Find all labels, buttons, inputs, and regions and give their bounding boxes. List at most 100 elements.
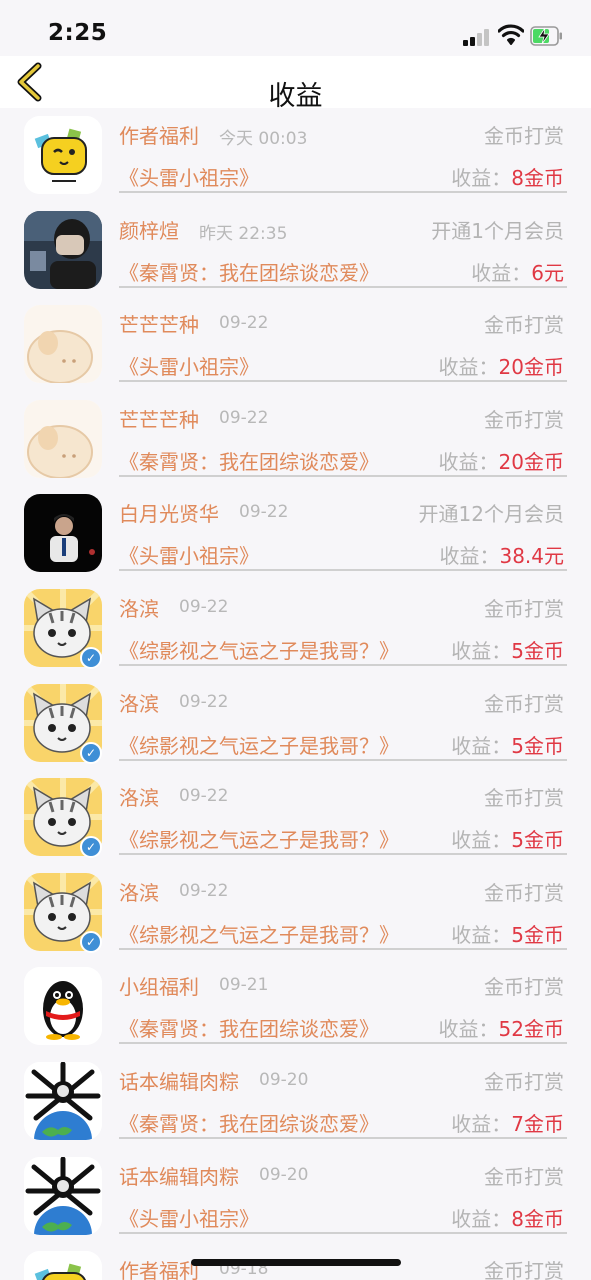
earning-type: 金币打赏 (484, 691, 564, 716)
earning-time: 09-22 (219, 313, 269, 334)
book-title: 《头雷小祖宗》 (119, 355, 259, 380)
row-divider (119, 191, 567, 193)
earning-row[interactable]: 芒芒芒种 09-22 金币打赏 《头雷小祖宗》 收益：20金币 (0, 297, 591, 391)
earning-label: 收益： (439, 544, 500, 569)
user-name[interactable]: 作者福利 (119, 1255, 199, 1280)
earning-label: 收益： (471, 260, 532, 285)
user-avatar[interactable] (24, 399, 102, 478)
user-name[interactable]: 颜梓煊 (119, 215, 179, 244)
earning-value: 20金币 (498, 449, 564, 474)
row-divider (119, 947, 567, 950)
verified-badge-icon: ✓ (80, 647, 102, 669)
earning-row[interactable]: 作者福利 今天 00:03 金币打赏 《头雷小祖宗》 收益：8金币 (0, 108, 591, 202)
earning-type: 开通1个月会员 (431, 218, 564, 243)
earning-value: 5金币 (511, 733, 564, 758)
user-name[interactable]: 芒芒芒种 (119, 404, 199, 433)
earning-label: 收益： (451, 733, 512, 758)
navigation-bar: 收益 (0, 56, 591, 112)
earning-type: 金币打赏 (484, 1070, 564, 1094)
user-name[interactable]: 洛滨 (119, 877, 159, 906)
verified-badge-icon: ✓ (80, 836, 102, 859)
earning-type: 金币打赏 (484, 786, 564, 811)
battery-charging-icon (530, 26, 562, 46)
user-avatar[interactable] (24, 494, 102, 573)
user-name[interactable]: 洛滨 (119, 688, 159, 717)
earning-row[interactable]: ✓ 洛滨 09-22 金币打赏 《综影视之气运之子是我哥？》 收益：5金币 (0, 865, 591, 959)
user-name[interactable]: 话本编辑肉粽 (119, 1161, 239, 1190)
earning-amount: 收益：38.4元 (439, 540, 564, 569)
earning-time: 09-20 (259, 1070, 309, 1090)
earning-row[interactable]: 话本编辑肉粽 09-20 金币打赏 《头雷小祖宗》 收益：8金币 (0, 1149, 591, 1243)
earning-time: 09-22 (179, 691, 229, 712)
earning-value: 8金币 (511, 166, 564, 190)
earning-time: 今天 00:03 (219, 129, 308, 149)
user-avatar[interactable] (24, 116, 102, 194)
user-avatar[interactable] (24, 1062, 102, 1140)
book-title: 《头雷小祖宗》 (119, 166, 259, 190)
book-title: 《头雷小祖宗》 (119, 1206, 259, 1231)
book-title: 《综影视之气运之子是我哥？》 (119, 828, 399, 853)
earning-row[interactable]: ✓ 洛滨 09-22 金币打赏 《综影视之气运之子是我哥？》 收益：5金币 (0, 676, 591, 770)
user-avatar[interactable] (24, 1251, 102, 1280)
earning-type: 金币打赏 (484, 1259, 564, 1280)
book-title: 《秦霄贤：我在团综谈恋爱》 (119, 449, 379, 474)
earning-label: 收益： (451, 639, 512, 663)
earning-value: 8金币 (511, 1206, 564, 1231)
user-name[interactable]: 白月光贤华 (119, 498, 219, 527)
user-avatar[interactable] (24, 967, 102, 1046)
earning-label: 收益： (451, 1206, 512, 1231)
earning-type: 金币打赏 (484, 1164, 564, 1189)
earning-value: 5金币 (511, 639, 564, 663)
earning-time: 09-22 (179, 786, 229, 807)
book-title: 《头雷小祖宗》 (119, 544, 259, 569)
user-avatar[interactable] (24, 305, 102, 384)
row-divider (119, 285, 567, 288)
earning-amount: 收益：5金币 (451, 635, 564, 664)
row-divider (119, 1137, 567, 1139)
earning-amount: 收益：20金币 (439, 446, 564, 475)
earning-label: 收益： (438, 1017, 499, 1042)
user-name[interactable]: 洛滨 (119, 782, 159, 811)
user-name[interactable]: 芒芒芒种 (119, 309, 199, 338)
row-divider (119, 569, 567, 572)
earning-time: 昨天 22:35 (199, 223, 288, 244)
cellular-signal-icon (463, 28, 491, 46)
user-name[interactable]: 作者福利 (119, 120, 199, 149)
row-divider (119, 380, 567, 383)
earning-row[interactable]: 小组福利 09-21 金币打赏 《秦霄贤：我在团综谈恋爱》 收益：52金币 (0, 959, 591, 1053)
earning-amount: 收益：8金币 (451, 1203, 564, 1232)
earning-amount: 收益：5金币 (451, 919, 564, 948)
earning-type: 金币打赏 (484, 597, 564, 621)
earning-row[interactable]: 白月光贤华 09-22 开通12个月会员 《头雷小祖宗》 收益：38.4元 (0, 486, 591, 580)
book-title: 《秦霄贤：我在团综谈恋爱》 (119, 260, 379, 285)
earning-row[interactable]: ✓ 洛滨 09-22 金币打赏 《综影视之气运之子是我哥？》 收益：5金币 (0, 581, 591, 675)
wifi-icon (498, 24, 524, 45)
user-name[interactable]: 话本编辑肉粽 (119, 1066, 239, 1095)
earning-label: 收益： (451, 828, 512, 853)
row-divider (119, 853, 567, 856)
earning-value: 20金币 (498, 355, 564, 380)
user-name[interactable]: 小组福利 (119, 971, 199, 1000)
earning-row[interactable]: ✓ 洛滨 09-22 金币打赏 《综影视之气运之子是我哥？》 收益：5金币 (0, 770, 591, 864)
user-name[interactable]: 洛滨 (119, 593, 159, 622)
user-avatar[interactable] (24, 1156, 102, 1235)
row-divider (119, 1042, 567, 1045)
book-title: 《综影视之气运之子是我哥？》 (119, 733, 399, 758)
book-title: 《秦霄贤：我在团综谈恋爱》 (119, 1017, 379, 1042)
earning-amount: 收益：6元 (471, 257, 564, 286)
earning-label: 收益： (451, 166, 512, 190)
earning-amount: 收益：5金币 (451, 730, 564, 759)
row-divider (119, 758, 567, 761)
earning-row[interactable]: 颜梓煊 昨天 22:35 开通1个月会员《秦霄贤：我在团综谈恋爱》 收益：6元 (0, 203, 591, 297)
book-title: 《综影视之气运之子是我哥？》 (119, 922, 399, 947)
earning-type: 金币打赏 (484, 313, 564, 338)
earnings-list[interactable]: 作者福利 今天 00:03 金币打赏 《头雷小祖宗》 收益：8金币 颜梓煊 昨天 22:35… (0, 108, 591, 1280)
earning-value: 5金币 (511, 922, 564, 947)
earning-time: 09-22 (219, 407, 269, 428)
earning-row[interactable]: 芒芒芒种 09-22 金币打赏 《秦霄贤：我在团综谈恋爱》 收益：20金币 (0, 392, 591, 486)
earning-row[interactable]: 话本编辑肉粽 09-20 金币打赏 《秦霄贤：我在团综谈恋爱》 收益：7金币 (0, 1054, 591, 1148)
earning-label: 收益： (451, 1112, 512, 1136)
earning-time: 09-22 (179, 880, 229, 901)
verified-badge-icon: ✓ (80, 930, 102, 953)
user-avatar[interactable] (24, 210, 102, 289)
